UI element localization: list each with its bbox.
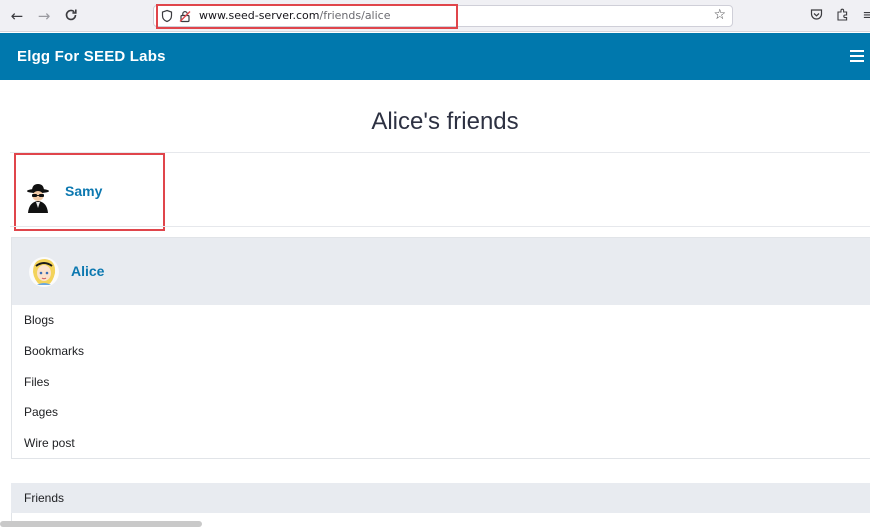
star-icon[interactable]: ☆	[713, 7, 726, 23]
owner-block: Alice Blogs Bookmarks Files Pages Wire p…	[11, 237, 870, 459]
site-title[interactable]: Elgg For SEED Labs	[17, 48, 166, 65]
friends-module-title: Friends	[24, 491, 65, 505]
friends-module-header: Friends	[11, 483, 870, 513]
friend-link[interactable]: Samy	[65, 183, 102, 199]
page-title: Alice's friends	[371, 108, 519, 135]
url-host: www.seed-server.com	[199, 9, 320, 22]
insecure-lock-icon[interactable]	[178, 9, 192, 23]
shield-icon[interactable]	[160, 9, 174, 23]
arrow-left-icon[interactable]: ←	[9, 8, 25, 24]
owner-menu-blogs[interactable]: Blogs	[24, 313, 84, 344]
url-text[interactable]: www.seed-server.com/friends/alice	[199, 9, 390, 22]
owner-menu-pages[interactable]: Pages	[24, 405, 84, 436]
avatar[interactable]	[28, 256, 60, 288]
owner-menu-bookmarks[interactable]: Bookmarks	[24, 344, 84, 375]
extensions-icon[interactable]	[834, 8, 850, 24]
list-item: Samy	[14, 154, 870, 226]
owner-link[interactable]: Alice	[71, 263, 104, 279]
divider	[10, 226, 870, 227]
arrow-right-icon[interactable]: →	[36, 8, 52, 24]
owner-menu-files[interactable]: Files	[24, 375, 84, 406]
owner-menu-wire-post[interactable]: Wire post	[24, 436, 84, 467]
browser-toolbar: ← → www.seed-server.com/friends/alice ☆ …	[0, 0, 870, 32]
url-path: /friends/alice	[319, 9, 391, 22]
reload-icon[interactable]	[63, 8, 79, 24]
hamburger-icon[interactable]	[850, 50, 864, 62]
pocket-icon[interactable]	[808, 8, 824, 24]
browser-menu-icon[interactable]: ≡	[860, 8, 870, 24]
site-header: Elgg For SEED Labs	[0, 33, 870, 80]
url-bar[interactable]: www.seed-server.com/friends/alice ☆	[153, 5, 733, 27]
owner-menu: Blogs Bookmarks Files Pages Wire post	[24, 313, 84, 467]
divider	[10, 152, 870, 153]
owner-header: Alice	[12, 238, 870, 305]
avatar[interactable]	[26, 183, 50, 213]
horizontal-scrollbar[interactable]	[0, 521, 202, 527]
